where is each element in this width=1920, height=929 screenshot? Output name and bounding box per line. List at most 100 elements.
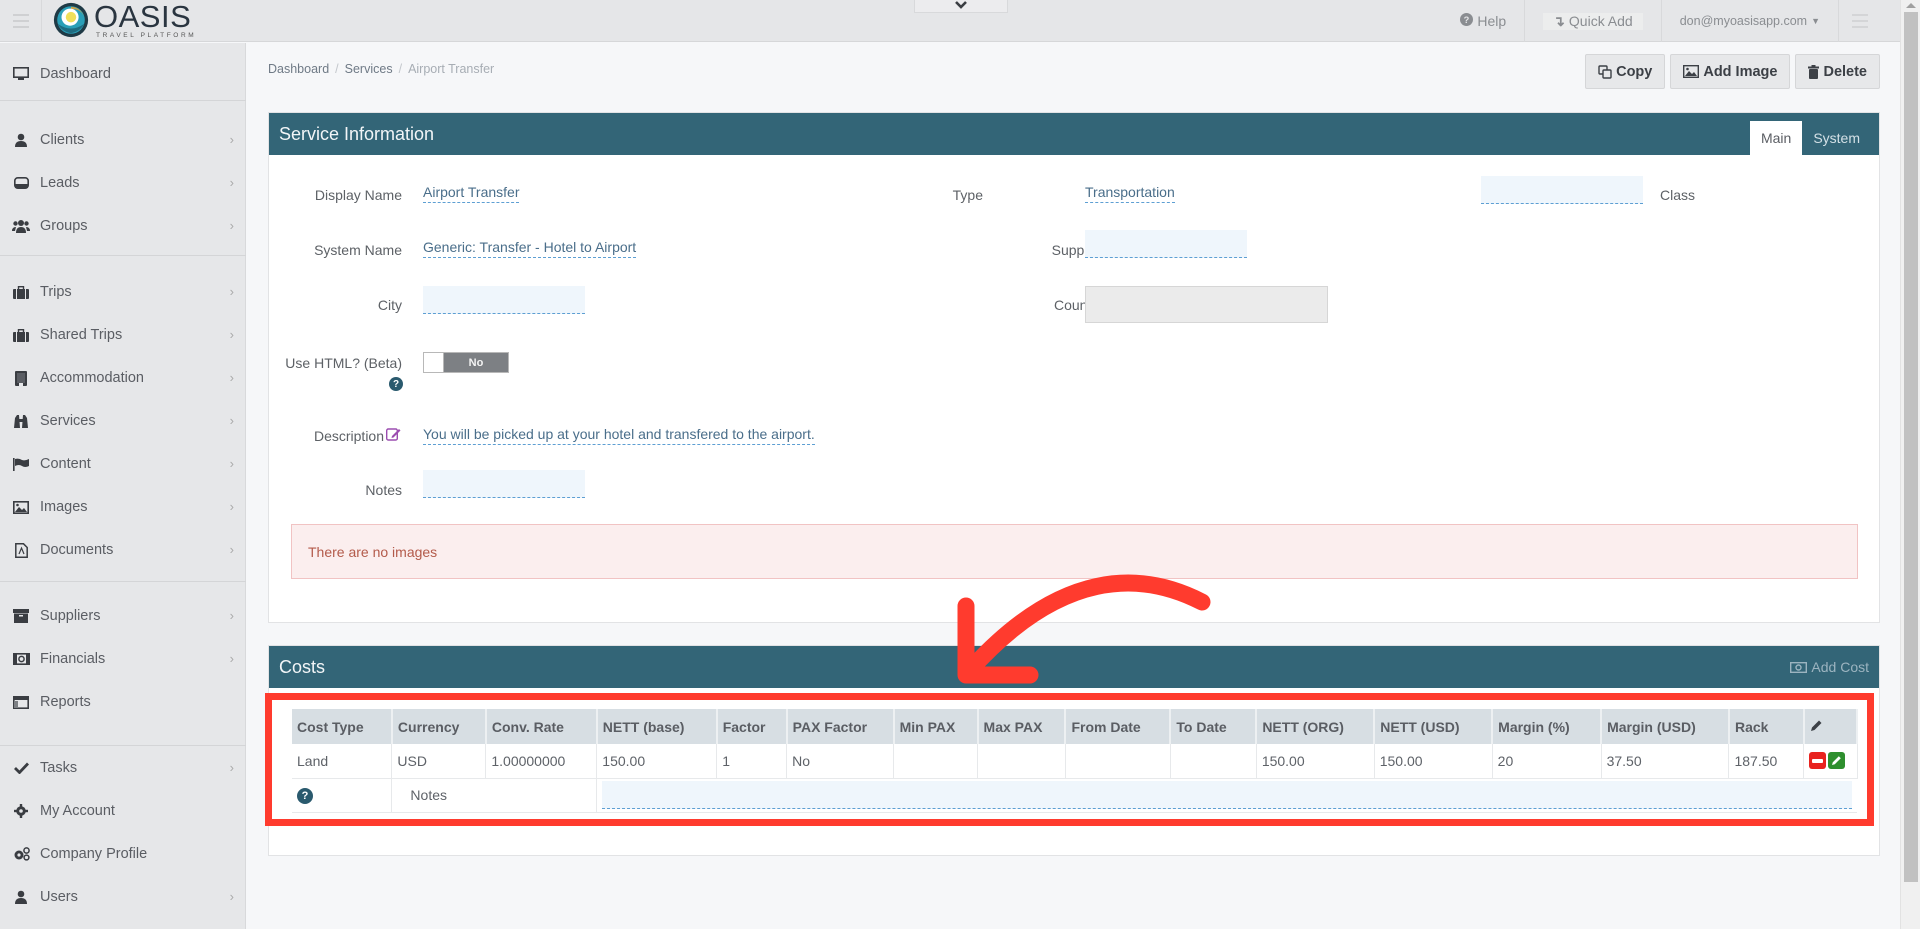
chevron-right-icon: ›: [229, 608, 234, 623]
table-cell: 150.00: [1374, 744, 1493, 779]
city-field[interactable]: [423, 286, 585, 314]
pencil-icon: [1810, 719, 1823, 735]
copy-button[interactable]: Copy: [1585, 54, 1666, 89]
table-cell: [1065, 744, 1171, 779]
add-cost-button[interactable]: Add Cost: [1790, 659, 1869, 675]
sidebar-item-users[interactable]: Users ›: [0, 879, 246, 915]
chevron-down-icon: [955, 1, 967, 9]
panel-title: Service Information: [279, 123, 435, 144]
logo[interactable]: OASIS TRAVEL PLATFORM: [52, 1, 196, 40]
table-cell: 150.00: [596, 744, 718, 779]
sidebar-item-label: Content: [40, 456, 91, 472]
description-field[interactable]: You will be picked up at your hotel and …: [423, 426, 815, 445]
scrollbar-thumb[interactable]: [1904, 12, 1918, 882]
sidebar-item-leads[interactable]: Leads ›: [0, 165, 246, 201]
sidebar-item-label: Suppliers: [40, 608, 101, 624]
table-cell: [977, 744, 1066, 779]
money-icon: [12, 651, 30, 667]
minus-icon: [1812, 758, 1824, 763]
header-collapse-toggle[interactable]: [914, 0, 1008, 13]
sidebar-divider: [0, 255, 246, 256]
user-menu-dropdown[interactable]: don@myoasisapp.com ▼: [1660, 0, 1838, 42]
sidebar-item-label: Dashboard: [40, 66, 111, 82]
page-actions: Copy Add Image Delete: [1585, 54, 1880, 89]
breadcrumb-separator: /: [398, 62, 403, 76]
sidebar-item-label: Services: [40, 413, 96, 429]
notes-field[interactable]: [423, 470, 585, 498]
display-name-field[interactable]: Airport Transfer: [423, 184, 520, 203]
hamburger-icon: [1851, 14, 1868, 16]
edit-description-icon[interactable]: [385, 427, 401, 444]
use-html-help-icon[interactable]: ?: [389, 377, 403, 391]
pdf-file-icon: [12, 542, 30, 558]
sidebar-item-dashboard[interactable]: Dashboard: [0, 56, 246, 92]
use-html-toggle[interactable]: No: [423, 352, 509, 373]
sidebar-item-content[interactable]: Content ›: [0, 446, 246, 482]
system-name-field[interactable]: Generic: Transfer - Hotel to Airport: [423, 239, 637, 258]
table-cell: USD: [391, 744, 487, 779]
sidebar-item-groups[interactable]: Groups ›: [0, 208, 246, 244]
country-field[interactable]: [1085, 286, 1328, 323]
sidebar-item-documents[interactable]: Documents ›: [0, 532, 246, 568]
sidebar-item-label: Documents: [40, 542, 114, 558]
copy-icon: [1598, 64, 1612, 79]
type-field[interactable]: Transportation: [1085, 184, 1175, 203]
service-information-panel: Service Information Main System Display …: [268, 112, 1880, 623]
sidebar-item-trips[interactable]: Trips ›: [0, 274, 246, 310]
remove-cost-button[interactable]: [1809, 752, 1827, 770]
sidebar-item-shared-trips[interactable]: Shared Trips ›: [0, 317, 246, 353]
breadcrumb-services[interactable]: Services: [345, 62, 393, 76]
add-image-button[interactable]: Add Image: [1670, 54, 1791, 89]
trash-icon: [1808, 64, 1820, 79]
chevron-right-icon: ›: [229, 542, 234, 557]
edit-cost-button[interactable]: [1828, 752, 1846, 770]
notes-label: Notes: [365, 482, 402, 498]
column-header-nett-usd: NETT (USD): [1374, 709, 1494, 744]
table-cell: 37.50: [1601, 744, 1730, 779]
chevron-right-icon: ›: [229, 651, 234, 666]
level-down-icon: ↴: [1553, 12, 1565, 29]
chevron-right-icon: ›: [229, 218, 234, 233]
sidebar-item-clients[interactable]: Clients ›: [0, 122, 246, 158]
sidebar-item-my-account[interactable]: My Account: [0, 793, 246, 829]
chevron-right-icon: ›: [229, 760, 234, 775]
delete-button[interactable]: Delete: [1795, 54, 1880, 89]
top-navbar: OASIS TRAVEL PLATFORM ? Help ↴ Quick Add…: [0, 0, 1900, 42]
question-circle-icon[interactable]: ?: [297, 788, 313, 804]
user-icon: [12, 889, 30, 905]
sidebar-item-reports[interactable]: Reports: [0, 684, 246, 720]
sidebar-toggle-button[interactable]: [0, 0, 42, 42]
table-cell: [893, 744, 979, 779]
column-header-factor: Factor: [716, 709, 788, 744]
table-cell: 1.00000000: [485, 744, 598, 779]
sidebar-item-tasks[interactable]: Tasks ›: [0, 750, 246, 786]
sidebar-item-images[interactable]: Images ›: [0, 489, 246, 525]
money-icon: [1790, 661, 1808, 673]
class-field[interactable]: [1481, 176, 1643, 204]
cost-notes-field[interactable]: [602, 781, 1852, 809]
column-header-to-date: To Date: [1170, 709, 1258, 744]
actions-column-header: [1803, 709, 1859, 744]
quick-add-label: Quick Add: [1568, 13, 1633, 29]
sidebar-item-company-profile[interactable]: Company Profile: [0, 836, 246, 872]
sidebar-item-financials[interactable]: Financials ›: [0, 641, 246, 677]
chevron-right-icon: ›: [229, 456, 234, 471]
column-header-rack: Rack: [1728, 709, 1805, 744]
sidebar-item-suppliers[interactable]: Suppliers ›: [0, 598, 246, 634]
chevron-right-icon: ›: [229, 889, 234, 904]
costs-table: Cost Type Currency Conv. Rate NETT (base) Fa…: [292, 709, 1859, 813]
breadcrumb-dashboard[interactable]: Dashboard: [268, 62, 329, 76]
quick-add-button[interactable]: ↴ Quick Add: [1543, 12, 1643, 30]
supplier-field[interactable]: [1085, 230, 1247, 258]
help-link[interactable]: ? Help: [1442, 0, 1524, 42]
tab-main[interactable]: Main: [1749, 121, 1803, 155]
scroll-up-arrow-icon[interactable]: [1906, 3, 1916, 8]
sidebar-item-services[interactable]: Services ›: [0, 403, 246, 439]
sidebar-item-label: Company Profile: [40, 846, 148, 862]
panel-tabs: Main System: [1749, 121, 1871, 155]
sidebar-item-accommodation[interactable]: Accommodation ›: [0, 360, 246, 396]
right-menu-toggle[interactable]: [1838, 0, 1880, 42]
tab-system[interactable]: System: [1802, 121, 1871, 155]
page-scrollbar[interactable]: [1900, 0, 1920, 929]
sidebar-item-label: Clients: [40, 132, 85, 148]
